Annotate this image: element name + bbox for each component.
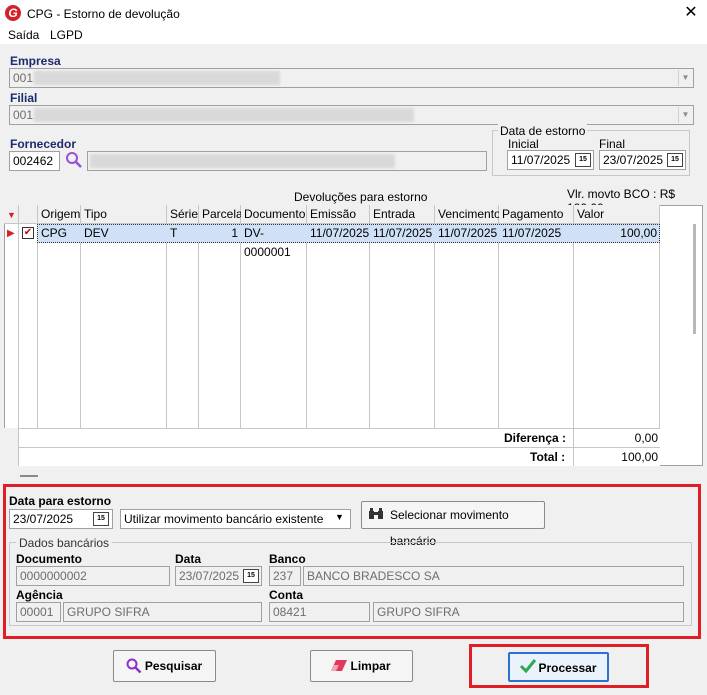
menu-saida[interactable]: Saída <box>8 28 39 42</box>
col-valor[interactable]: Valor <box>574 205 660 224</box>
banco-label: Banco <box>269 552 306 566</box>
eraser-icon <box>330 659 348 673</box>
processar-label: Processar <box>538 661 597 675</box>
conta-name-field: GRUPO SIFRA <box>373 602 684 622</box>
fornecedor-code-input[interactable]: 002462 <box>9 151 60 171</box>
limpar-label: Limpar <box>350 659 391 673</box>
diferenca-label: Diferença : <box>504 431 567 445</box>
selecionar-movimento-button[interactable]: Selecionar movimento bancário <box>361 501 545 548</box>
cell-emissao: 11/07/2025 <box>310 226 370 240</box>
col-serie[interactable]: Série <box>167 205 199 224</box>
col-tipo-documento[interactable]: Tipo documento <box>81 205 167 239</box>
search-icon[interactable] <box>65 151 83 169</box>
cell-valor: 100,00 <box>620 226 657 240</box>
col-parcela[interactable]: Parcela <box>199 205 243 224</box>
dados-bancarios-label: Dados bancários <box>16 536 113 550</box>
cell-origem: CPG <box>41 226 68 240</box>
cell-tipo: DEV <box>84 226 109 240</box>
col-pagamento[interactable]: Pagamento <box>499 205 574 224</box>
diferenca-value: 0,00 <box>634 431 658 445</box>
col-emissao[interactable]: Emissão <box>307 205 370 224</box>
data-inicial-value: 11/07/2025 <box>511 153 571 167</box>
close-icon[interactable]: ✕ <box>680 2 702 24</box>
app-logo-icon: G <box>5 5 21 21</box>
total-label: Total : <box>530 450 566 464</box>
search-icon <box>126 658 142 674</box>
agencia-label: Agência <box>16 588 63 602</box>
checkmark-icon <box>519 658 537 674</box>
empresa-code: 001 <box>13 71 34 85</box>
binoculars-icon <box>368 507 384 521</box>
cell-serie: T <box>170 226 178 240</box>
documento-label: Documento <box>16 552 82 566</box>
inicial-label: Inicial <box>508 137 539 151</box>
documento-field: 0000000002 <box>16 566 170 586</box>
filial-dropdown-icon[interactable]: ▼ <box>678 107 692 123</box>
splitter-handle[interactable] <box>20 475 38 477</box>
agencia-code-field: 00001 <box>16 602 61 622</box>
empresa-name-redacted <box>34 71 280 85</box>
calendar-icon[interactable]: 15 <box>575 153 591 167</box>
devolucoes-grid[interactable] <box>4 205 703 466</box>
empresa-label: Empresa <box>10 54 61 68</box>
menu-lgpd[interactable]: LGPD <box>50 28 83 42</box>
cell-documento: DV-0000001 <box>244 226 291 259</box>
banco-code-field: 237 <box>269 566 301 586</box>
cell-parcela: 1 <box>231 226 238 240</box>
menu-bar <box>0 28 707 44</box>
row-checkbox[interactable]: ✔ <box>22 227 34 239</box>
calendar-icon: 15 <box>243 569 259 583</box>
col-vencimento[interactable]: Vencimento <box>435 205 501 224</box>
calendar-icon[interactable]: 15 <box>93 512 109 526</box>
banco-name-field: BANCO BRADESCO SA <box>303 566 684 586</box>
conta-label: Conta <box>269 588 303 602</box>
col-documento[interactable]: Documento <box>241 205 307 224</box>
cell-vencimento: 11/07/2025 <box>438 226 498 240</box>
grid-scrollbar[interactable] <box>693 224 696 334</box>
cell-entrada: 11/07/2025 <box>373 226 433 240</box>
data-para-estorno-label: Data para estorno <box>9 494 112 508</box>
filial-name-redacted <box>34 108 414 122</box>
cell-pagamento: 11/07/2025 <box>502 226 562 240</box>
col-origem[interactable]: Origem <box>38 205 81 224</box>
calendar-icon[interactable]: 15 <box>667 153 683 167</box>
fornecedor-name-redacted <box>90 154 395 168</box>
window-title: CPG - Estorno de devolução <box>27 7 180 21</box>
movimento-select-value: Utilizar movimento bancário existente <box>124 512 324 526</box>
data-estorno-group-label: Data de estorno <box>498 124 588 138</box>
empresa-dropdown-icon[interactable]: ▼ <box>678 70 692 86</box>
final-label: Final <box>599 137 626 151</box>
movimento-select[interactable]: Utilizar movimento bancário existente <box>120 509 351 529</box>
total-value: 100,00 <box>621 450 658 464</box>
fornecedor-label: Fornecedor <box>10 137 77 151</box>
col-entrada[interactable]: Entrada <box>370 205 435 224</box>
grid-title: Devoluções para estorno <box>294 190 428 204</box>
data-para-estorno-value: 23/07/2025 <box>13 512 74 526</box>
chevron-down-icon[interactable]: ▼ <box>335 512 344 522</box>
header-check[interactable] <box>19 205 38 224</box>
conta-code-field: 08421 <box>269 602 370 622</box>
filial-label: Filial <box>10 91 38 105</box>
row-indicator-icon: ▶ <box>7 228 15 239</box>
sort-indicator[interactable]: ▼ <box>4 205 19 224</box>
limpar-button[interactable]: Limpar <box>310 650 413 682</box>
data-label: Data <box>175 552 202 566</box>
agencia-name-field: GRUPO SIFRA <box>63 602 262 622</box>
filial-code: 001 <box>13 108 34 122</box>
data-final-value: 23/07/2025 <box>603 153 664 167</box>
pesquisar-label: Pesquisar <box>144 659 203 673</box>
